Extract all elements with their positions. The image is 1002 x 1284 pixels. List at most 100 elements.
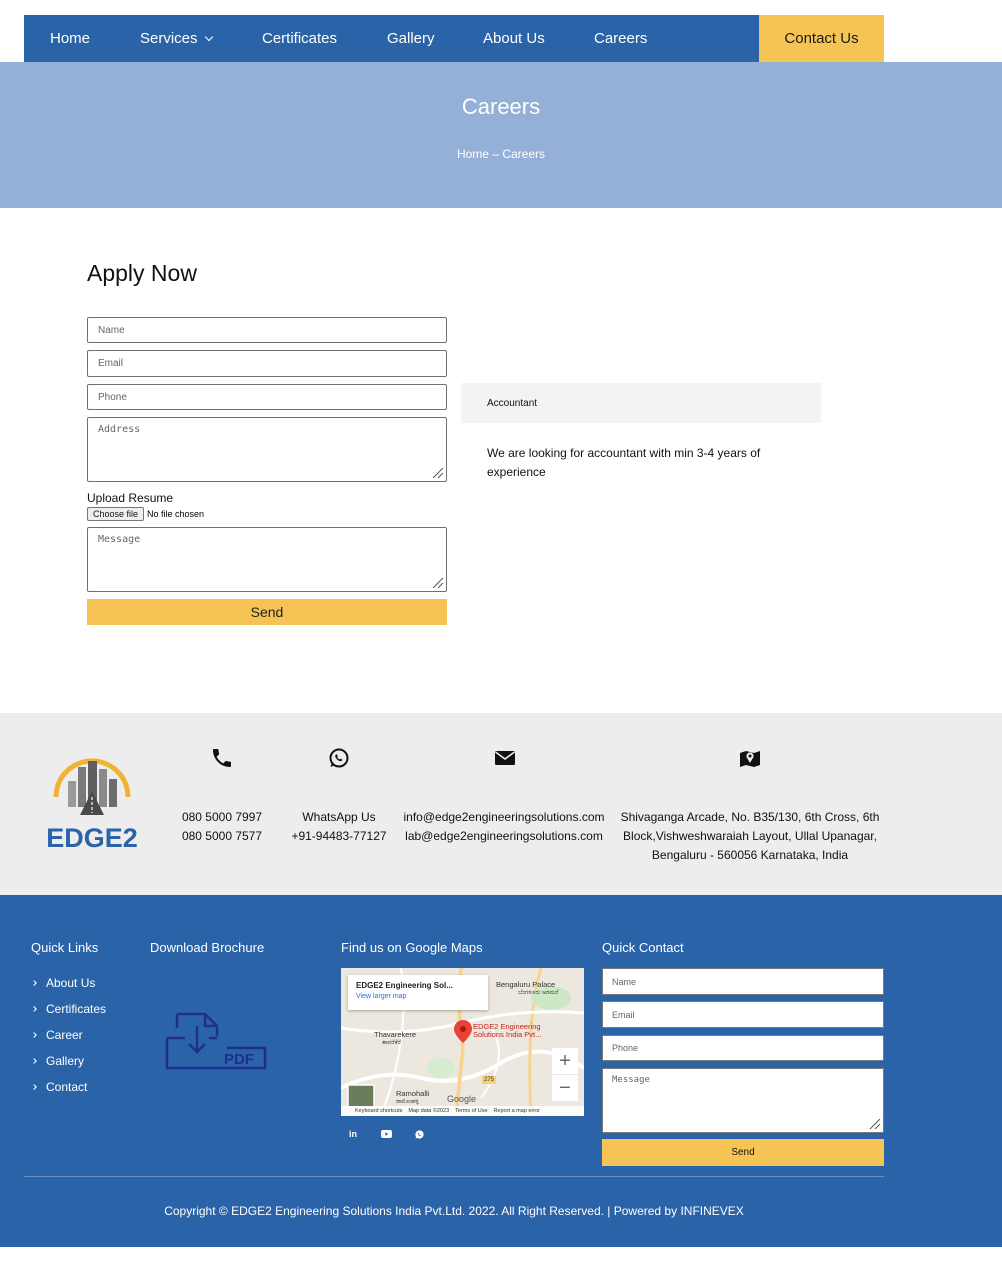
resize-handle-icon[interactable]	[869, 1118, 881, 1130]
chevron-down-icon	[204, 32, 213, 41]
qc-phone-placeholder: Phone	[612, 1043, 639, 1053]
quick-links-heading: Quick Links	[31, 940, 99, 955]
quick-link-gallery[interactable]: Gallery	[31, 1048, 106, 1074]
chevron-right-icon	[31, 1058, 37, 1064]
contact-strip: EDGE2 080 5000 7997 080 5000 7577 WhatsA…	[0, 713, 1002, 895]
address-line-1: Shivaganga Arcade, No. B35/130, 6th Cros…	[620, 810, 880, 824]
quick-link-label: Gallery	[46, 1054, 85, 1068]
map-data-text: Map data ©2023	[408, 1108, 450, 1114]
quick-link-career[interactable]: Career	[31, 1022, 106, 1048]
resize-handle-icon[interactable]	[432, 467, 444, 479]
terms-link[interactable]: Terms of Use	[455, 1108, 487, 1114]
whatsapp-icon[interactable]	[407, 1122, 431, 1146]
name-field[interactable]: Name	[87, 317, 447, 343]
breadcrumb: Home – Careers	[0, 147, 1002, 161]
contact-us-button[interactable]: Contact Us	[759, 15, 884, 62]
youtube-icon[interactable]	[374, 1122, 398, 1146]
quick-link-about-us[interactable]: About Us	[31, 970, 106, 996]
quick-link-label: Certificates	[46, 1002, 107, 1016]
quick-link-certificates[interactable]: Certificates	[31, 996, 106, 1022]
map-label-thavarekere-local: ತಾವರೆಕೆರೆ	[382, 1040, 401, 1046]
quick-link-contact[interactable]: Contact	[31, 1074, 106, 1100]
chevron-right-icon	[31, 1006, 37, 1012]
pdf-download-icon[interactable]: PDF	[165, 1012, 267, 1072]
google-logo: Google	[447, 1094, 477, 1104]
nav-certificates-label: Certificates	[262, 30, 338, 47]
email-addresses: info@edge2engineeringsolutions.com lab@e…	[399, 808, 609, 846]
quick-contact-email-field[interactable]: Email	[602, 1001, 884, 1028]
quick-contact-phone-field[interactable]: Phone	[602, 1035, 884, 1061]
nav-services-label: Services	[140, 30, 198, 47]
nav-home-label: Home	[50, 30, 91, 47]
phone-number-2[interactable]: 080 5000 7577	[162, 827, 282, 846]
name-placeholder: Name	[98, 324, 125, 336]
chevron-right-icon	[31, 1032, 37, 1038]
nav-careers-label: Careers	[594, 30, 648, 47]
chevron-right-icon	[31, 980, 37, 986]
keyboard-shortcuts-link[interactable]: Keyboard shortcuts	[355, 1108, 402, 1114]
whatsapp-info: WhatsApp Us +91-94483-77127	[284, 808, 394, 846]
breadcrumb-home[interactable]: Home	[457, 147, 489, 161]
linkedin-text: in	[349, 1129, 357, 1139]
send-button[interactable]: Send	[87, 599, 447, 625]
nav-certificates[interactable]: Certificates	[262, 15, 337, 62]
whatsapp-number[interactable]: +91-94483-77127	[284, 827, 394, 846]
logo-text: EDGE2	[46, 823, 138, 850]
job-title: Accountant	[487, 397, 538, 409]
footer: Quick Links Download Brochure Find us on…	[0, 895, 1002, 1247]
whatsapp-label[interactable]: WhatsApp Us	[284, 808, 394, 827]
map-attribution: Keyboard shortcuts Map data ©2023 Terms …	[341, 1106, 584, 1116]
map-pin-label: EDGE2 Engineering Solutions India Pvt...	[473, 1022, 542, 1039]
address-field[interactable]: Address	[87, 417, 447, 482]
copyright-text: Copyright © EDGE2 Engineering Solutions …	[164, 1204, 744, 1218]
nav-about-label: About Us	[483, 30, 545, 47]
report-map-error-link[interactable]: Report a map error	[494, 1108, 540, 1114]
resume-file-input: Choose file No file chosen	[87, 507, 204, 521]
phone-placeholder: Phone	[98, 391, 127, 403]
resize-handle-icon[interactable]	[432, 577, 444, 589]
edge2-logo: EDGE2	[46, 758, 138, 850]
map-route-shield: 275	[482, 1076, 497, 1084]
email-field[interactable]: Email	[87, 350, 447, 377]
apply-now-heading: Apply Now	[87, 260, 197, 286]
message-field[interactable]: Message	[87, 527, 447, 592]
map-label-thavarekere-en: Thavarekere	[374, 1030, 417, 1039]
whatsapp-icon	[329, 748, 349, 768]
job-description: We are looking for accountant with min 3…	[487, 446, 761, 479]
qc-email-placeholder: Email	[612, 1009, 635, 1020]
pdf-label: PDF	[224, 1051, 254, 1068]
map-zoom-in-button[interactable]: +	[552, 1048, 578, 1074]
email-info[interactable]: info@edge2engineeringsolutions.com	[399, 808, 609, 827]
address-line-2: Block,Vishweshwaraiah Layout, Ullal Upan…	[623, 829, 877, 843]
quick-contact-message-field[interactable]: Message	[602, 1068, 884, 1133]
phone-field[interactable]: Phone	[87, 384, 447, 410]
phone-number-1[interactable]: 080 5000 7997	[162, 808, 282, 827]
map-zoom-out-button[interactable]: −	[552, 1075, 578, 1101]
nav-gallery[interactable]: Gallery	[387, 15, 435, 62]
linkedin-icon[interactable]: in	[341, 1122, 365, 1146]
map-label-palace-local: ಬೆಂಗಳೂರು ಅರಮನೆ	[518, 990, 559, 996]
map-icon	[740, 751, 760, 767]
phone-icon	[213, 749, 231, 767]
map-label-palace: Bengaluru Palace ಬೆಂಗಳೂರು ಅರಮನೆ	[496, 981, 559, 997]
email-placeholder: Email	[98, 358, 124, 369]
address-text: Shivaganga Arcade, No. B35/130, 6th Cros…	[612, 808, 888, 865]
map-label-ramohalli: Ramohalli ರಾಮೋಹಳ್ಳಿ	[396, 1090, 429, 1106]
choose-file-button[interactable]: Choose file	[87, 507, 145, 521]
google-maps-heading: Find us on Google Maps	[341, 940, 483, 955]
qc-message-placeholder: Message	[612, 1075, 650, 1085]
nav-home[interactable]: Home	[50, 15, 90, 62]
nav-services[interactable]: Services	[140, 15, 213, 62]
nav-about-us[interactable]: About Us	[483, 15, 545, 62]
quick-contact-name-field[interactable]: Name	[602, 968, 884, 995]
google-map-embed[interactable]: EDGE2 Engineering Sol... View larger map…	[341, 968, 584, 1116]
nav-careers[interactable]: Careers	[594, 15, 647, 62]
quick-contact-send-button[interactable]: Send	[602, 1139, 884, 1166]
view-larger-map-link[interactable]: View larger map	[356, 993, 480, 1000]
job-accordion-header[interactable]: Accountant	[461, 383, 821, 423]
chevron-right-icon	[31, 1084, 37, 1090]
page-banner: Careers Home – Careers	[0, 62, 1002, 208]
qc-name-placeholder: Name	[612, 976, 637, 987]
download-brochure-heading: Download Brochure	[150, 940, 265, 955]
email-lab[interactable]: lab@edge2engineeringsolutions.com	[399, 827, 609, 846]
